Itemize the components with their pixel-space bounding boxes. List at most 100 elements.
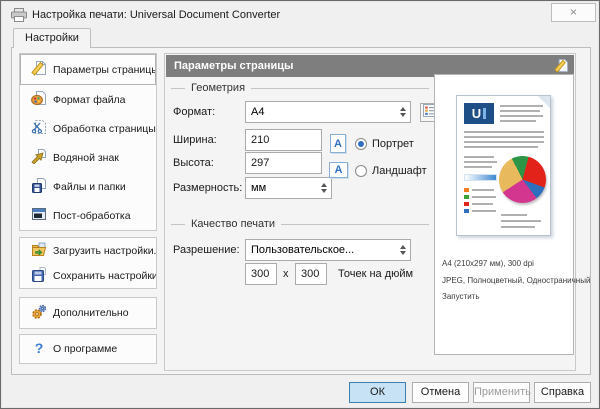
sidebar-group-settings-io: Загрузить настройки... Сохранить настрой… — [19, 237, 157, 289]
sidebar-item-label: Файлы и папки — [53, 181, 126, 193]
spinner-icon[interactable] — [395, 240, 410, 260]
portrait-radio-label: Портрет — [372, 138, 414, 150]
width-label: Ширина: — [173, 134, 217, 146]
sidebar-group-advanced: Дополнительно — [19, 297, 157, 329]
legend-swatch — [464, 202, 469, 206]
units-label: Размерность: — [173, 182, 242, 194]
format-select[interactable]: A4 — [245, 101, 411, 123]
sidebar-item-label: Обработка страницы — [53, 123, 156, 135]
sidebar-group-main: Параметры страницы Формат файла Обработк… — [19, 53, 157, 231]
watermark-icon — [31, 148, 47, 167]
legend-swatch — [464, 209, 469, 213]
post-processing-icon — [31, 206, 47, 225]
sidebar-item-label: Сохранить настройки... — [53, 270, 156, 282]
text-line — [464, 136, 544, 138]
load-settings-icon — [31, 241, 47, 260]
dpi-y-input[interactable] — [295, 263, 327, 285]
text-line — [500, 105, 543, 107]
sidebar-item-label: Формат файла — [53, 94, 126, 106]
text-line — [501, 214, 527, 216]
files-folders-icon — [31, 177, 47, 196]
udc-logo: U — [464, 103, 494, 124]
sidebar-group-about: ? О программе — [19, 334, 157, 364]
text-line — [501, 220, 541, 222]
sidebar-item-save-settings[interactable]: Сохранить настройки... — [20, 263, 156, 288]
preview-thumbnail: U — [456, 95, 551, 236]
height-label: Высота: — [173, 157, 214, 169]
page-setup-icon — [31, 60, 47, 79]
landscape-page-icon: A — [329, 162, 348, 178]
dpi-separator: x — [283, 268, 289, 280]
page-processing-icon — [31, 119, 47, 138]
portrait-page-icon: A — [330, 134, 346, 153]
text-line — [472, 210, 496, 212]
format-value: A4 — [251, 106, 393, 118]
text-line — [464, 156, 494, 158]
resolution-select[interactable]: Пользовательское... — [245, 239, 411, 261]
legend-swatch — [464, 188, 469, 192]
text-line — [464, 166, 492, 168]
panel-title: Параметры страницы — [174, 60, 293, 72]
sidebar-item-label: Загрузить настройки... — [53, 245, 156, 257]
close-button[interactable]: × — [551, 3, 596, 22]
group-divider — [281, 224, 429, 225]
sidebar-item-about[interactable]: ? О программе — [20, 335, 156, 363]
group-divider — [171, 224, 185, 225]
apply-button: Применить — [473, 382, 530, 403]
group-divider — [251, 88, 429, 89]
cancel-button[interactable]: Отмена — [412, 382, 469, 403]
preview-panel: U — [434, 74, 574, 355]
text-line — [500, 115, 543, 117]
sidebar-item-page-processing[interactable]: Обработка страницы — [20, 114, 156, 143]
tab-settings[interactable]: Настройки — [13, 28, 91, 48]
sidebar-item-label: Параметры страницы — [53, 64, 156, 76]
pie-chart — [499, 156, 546, 203]
spinner-icon[interactable] — [316, 178, 331, 198]
sidebar-item-label: Водяной знак — [53, 152, 119, 164]
text-line — [464, 141, 544, 143]
text-line — [500, 120, 536, 122]
sidebar-item-label: Пост-обработка — [53, 210, 131, 222]
help-button[interactable]: Справка — [534, 382, 591, 403]
units-value: мм — [251, 182, 314, 194]
file-format-icon — [31, 90, 47, 109]
units-select[interactable]: мм — [245, 177, 332, 199]
sidebar-item-file-format[interactable]: Формат файла — [20, 85, 156, 114]
sidebar-item-advanced[interactable]: Дополнительно — [20, 298, 156, 328]
sidebar-item-files-folders[interactable]: Файлы и папки — [20, 172, 156, 201]
spinner-icon[interactable] — [395, 102, 410, 122]
resolution-value: Пользовательское... — [251, 244, 393, 256]
window-title: Настройка печати: Universal Document Con… — [32, 9, 280, 21]
svg-text:?: ? — [35, 340, 44, 356]
preview-info-line2: JPEG, Полноцветный, Одностраничный — [442, 276, 590, 285]
preview-info-line3: Запустить — [442, 292, 480, 301]
height-input[interactable] — [245, 152, 322, 174]
legend-swatch — [464, 195, 469, 199]
preview-info-line1: A4 (210x297 мм), 300 dpi — [442, 259, 534, 268]
geometry-group-label: Геометрия — [171, 82, 429, 94]
portrait-radio[interactable] — [355, 138, 367, 150]
landscape-radio[interactable] — [355, 165, 367, 177]
advanced-icon — [31, 304, 47, 323]
text-line — [472, 203, 493, 205]
quality-group-label: Качество печати — [171, 218, 429, 230]
print-setup-dialog: Настройка печати: Universal Document Con… — [0, 0, 600, 409]
resolution-label: Разрешение: — [173, 244, 240, 256]
sidebar-item-load-settings[interactable]: Загрузить настройки... — [20, 238, 156, 263]
text-line — [500, 110, 540, 112]
sidebar-item-post-processing[interactable]: Пост-обработка — [20, 201, 156, 230]
printer-icon — [11, 8, 27, 27]
text-line — [464, 161, 497, 163]
sidebar-item-watermark[interactable]: Водяной знак — [20, 143, 156, 172]
sidebar-item-page-setup[interactable]: Параметры страницы — [20, 54, 156, 85]
dpi-x-input[interactable] — [245, 263, 277, 285]
ok-button[interactable]: ОК — [349, 382, 406, 403]
width-input[interactable] — [245, 129, 322, 151]
landscape-radio-label: Ландшафт — [372, 165, 427, 177]
text-line — [464, 146, 538, 148]
sidebar-item-label: О программе — [53, 343, 117, 355]
text-line — [464, 131, 544, 133]
save-settings-icon — [31, 266, 47, 285]
text-line — [472, 196, 496, 198]
format-label: Формат: — [173, 106, 215, 118]
